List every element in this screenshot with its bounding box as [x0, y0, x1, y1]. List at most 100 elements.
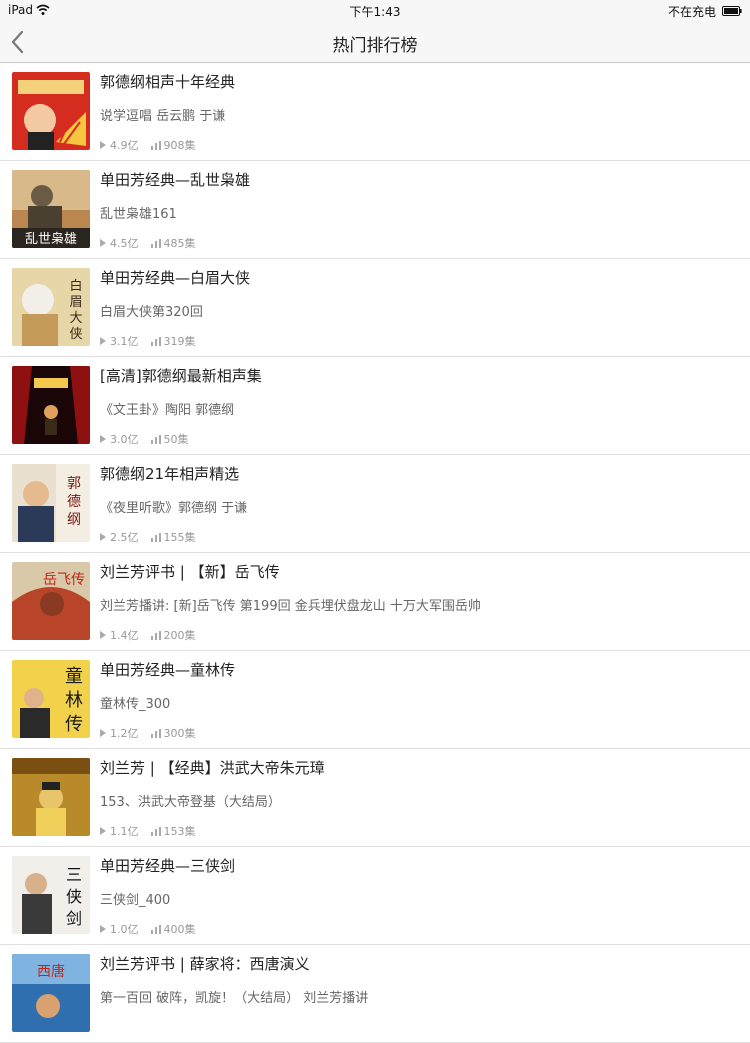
item-title: 郭德纲21年相声精选	[100, 465, 240, 483]
item-title: 刘兰芳评书 | 薛家将：西唐演义	[100, 955, 310, 973]
episodes-icon	[150, 140, 161, 150]
play-count-icon	[100, 239, 106, 247]
svg-text:纲: 纲	[67, 512, 81, 528]
episodes-icon	[150, 826, 161, 836]
item-title: 刘兰芳评书 | 【新】岳飞传	[100, 563, 280, 581]
episode-count: 300集	[163, 727, 196, 740]
list-item[interactable]: 乱世枭雄 单田芳经典—乱世枭雄 乱世枭雄161 4.5亿 485集	[0, 161, 750, 259]
play-count-icon	[100, 141, 106, 149]
play-count-icon	[100, 827, 106, 835]
item-subtitle: 童林传_300	[100, 697, 171, 712]
item-title: 刘兰芳 | 【经典】洪武大帝朱元璋	[100, 759, 325, 777]
episodes-icon	[150, 434, 161, 444]
item-meta: 4.5亿 485集	[100, 235, 196, 251]
list-item[interactable]: [高清]郭德纲最新相声集 《文王卦》陶阳 郭德纲 3.0亿 50集	[0, 357, 750, 455]
item-subtitle: 第一百回 破阵，凯旋！（大结局） 刘兰芳播讲	[100, 991, 369, 1006]
item-title: 单田芳经典—白眉大侠	[100, 269, 251, 287]
list-item[interactable]: 三侠剑 单田芳经典—三侠剑 三侠剑_400 1.0亿 400集	[0, 847, 750, 945]
play-count: 4.9亿	[110, 139, 139, 152]
item-meta: 3.0亿 50集	[100, 431, 189, 447]
episode-count: 153集	[163, 825, 196, 838]
episodes-icon	[150, 336, 161, 346]
svg-text:郭: 郭	[67, 475, 81, 492]
svg-text:眉: 眉	[69, 295, 82, 310]
svg-text:白: 白	[69, 278, 82, 294]
nav-bar: 热门排行榜	[0, 22, 750, 63]
svg-text:德: 德	[67, 494, 81, 510]
item-subtitle: 乱世枭雄161	[100, 207, 177, 222]
play-count: 3.1亿	[110, 335, 139, 348]
list-item[interactable]: 白眉大侠 单田芳经典—白眉大侠 白眉大侠第320回 3.1亿 319集	[0, 259, 750, 357]
play-count-icon	[100, 729, 106, 737]
svg-text:乱世枭雄: 乱世枭雄	[25, 231, 77, 247]
item-meta: 3.1亿 319集	[100, 333, 196, 349]
episodes-icon	[150, 238, 161, 248]
svg-text:侠: 侠	[66, 887, 82, 906]
xitang-cover-image: 西唐	[12, 954, 90, 1032]
tonglin-cover-image: 童林传	[12, 660, 90, 738]
play-count: 4.5亿	[110, 237, 139, 250]
svg-text:三: 三	[66, 865, 82, 884]
yuefei-cover-image: 岳飞传	[12, 562, 90, 640]
episodes-icon	[150, 630, 161, 640]
item-title: 单田芳经典—童林传	[100, 661, 236, 679]
play-count-icon	[100, 435, 106, 443]
episode-count: 319集	[163, 335, 196, 348]
item-meta: 1.4亿 200集	[100, 627, 196, 643]
status-bar: iPad 下午1:43 不在充电	[0, 0, 750, 22]
svg-text:传: 传	[65, 714, 83, 735]
charging-status: 不在充电	[667, 5, 716, 19]
item-subtitle: 三侠剑_400	[100, 893, 171, 908]
episode-count: 908集	[163, 139, 196, 152]
guo-21-cover-image: 郭德纲	[12, 464, 90, 542]
item-title: 单田芳经典—三侠剑	[100, 857, 236, 875]
item-subtitle: 《夜里听歌》郭德纲 于谦	[100, 501, 248, 516]
stage-cover-image	[12, 366, 90, 444]
guo-degang-cover-image	[12, 72, 90, 150]
item-subtitle: 刘兰芳播讲: [新]岳飞传 第199回 金兵埋伏盘龙山 十万大军围岳帅	[100, 599, 481, 614]
svg-text:童: 童	[65, 666, 83, 687]
svg-text:大: 大	[69, 311, 82, 326]
hongwu-cover-image	[12, 758, 90, 836]
item-meta: 1.2亿 300集	[100, 725, 196, 741]
play-count-icon	[100, 337, 106, 345]
list-item[interactable]: 郭德纲 郭德纲21年相声精选 《夜里听歌》郭德纲 于谦 2.5亿 155集	[0, 455, 750, 553]
episode-count: 50集	[163, 433, 189, 446]
episodes-icon	[150, 532, 161, 542]
item-title: 郭德纲相声十年经典	[100, 73, 236, 91]
svg-text:岳飞传: 岳飞传	[43, 572, 85, 588]
list-item[interactable]: 郭德纲相声十年经典 说学逗唱 岳云鹏 于谦 4.9亿 908集	[0, 63, 750, 161]
item-meta: 2.5亿 155集	[100, 529, 196, 545]
play-count: 2.5亿	[110, 531, 139, 544]
episode-count: 400集	[163, 923, 196, 936]
play-count: 3.0亿	[110, 433, 139, 446]
svg-text:林: 林	[65, 690, 83, 711]
play-count-icon	[100, 533, 106, 541]
play-count-icon	[100, 925, 106, 933]
battery-icon	[722, 5, 742, 16]
list-item[interactable]: 西唐 刘兰芳评书 | 薛家将：西唐演义 第一百回 破阵，凯旋！（大结局） 刘兰芳…	[0, 945, 750, 1043]
item-subtitle: 《文王卦》陶阳 郭德纲	[100, 403, 235, 418]
episodes-icon	[150, 728, 161, 738]
item-meta: 1.0亿 400集	[100, 921, 196, 937]
svg-text:剑: 剑	[66, 909, 82, 928]
play-count-icon	[100, 631, 106, 639]
list-item[interactable]: 童林传 单田芳经典—童林传 童林传_300 1.2亿 300集	[0, 651, 750, 749]
item-title: 单田芳经典—乱世枭雄	[100, 171, 251, 189]
list-item[interactable]: 刘兰芳 | 【经典】洪武大帝朱元璋 153、洪武大帝登基（大结局） 1.1亿 15…	[0, 749, 750, 847]
play-count: 1.4亿	[110, 629, 139, 642]
baimei-cover-image: 白眉大侠	[12, 268, 90, 346]
page-title: 热门排行榜	[332, 36, 418, 56]
svg-text:侠: 侠	[69, 327, 82, 342]
play-count: 1.1亿	[110, 825, 139, 838]
luanshi-cover-image: 乱世枭雄	[12, 170, 90, 248]
episodes-icon	[150, 924, 161, 934]
item-meta: 4.9亿 908集	[100, 137, 196, 153]
ranking-list: 郭德纲相声十年经典 说学逗唱 岳云鹏 于谦 4.9亿 908集 乱世枭雄 单田芳经…	[0, 63, 750, 1043]
item-subtitle: 153、洪武大帝登基（大结局）	[100, 795, 281, 810]
item-title: [高清]郭德纲最新相声集	[100, 367, 262, 385]
play-count: 1.0亿	[110, 923, 139, 936]
sanxia-cover-image: 三侠剑	[12, 856, 90, 934]
episode-count: 155集	[163, 531, 196, 544]
list-item[interactable]: 岳飞传 刘兰芳评书 | 【新】岳飞传 刘兰芳播讲: [新]岳飞传 第199回 金…	[0, 553, 750, 651]
